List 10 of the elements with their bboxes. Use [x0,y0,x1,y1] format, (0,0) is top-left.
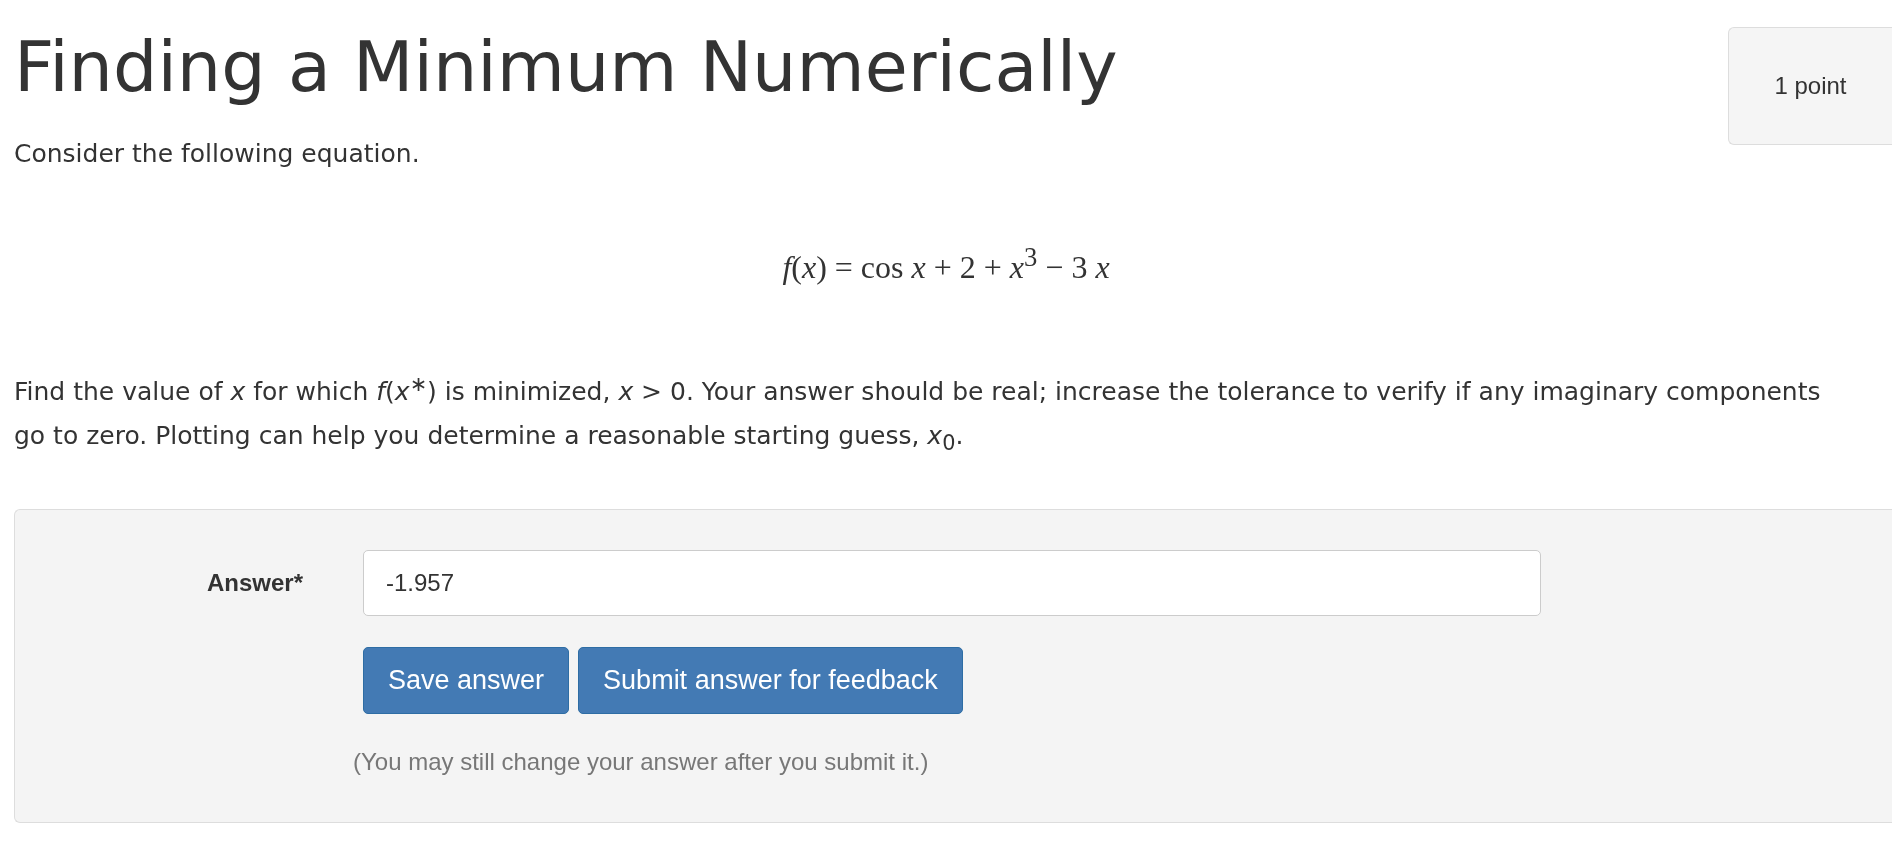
question-text: Find the value of x for which f(x$^{∗}$) is minimized, x > 0. Your answer should be real; increase the tolerance to verify if any imaginary components go to zero. Plotting can help you determine a reasonable starting guess, x$_{0}$. [14,370,1822,457]
equation: f(x) = cos x + 2 + x$^{3}$ − 3 x [781,242,1111,286]
answer-label: Answer* [205,569,303,597]
submit-button[interactable]: Submit answer for feedback [578,647,963,714]
points-badge: 1 point [1728,27,1892,145]
page-title: Finding a Minimum Numerically [14,25,1118,110]
answer-field[interactable]: -1.957 [363,550,1541,616]
save-button[interactable]: Save answer [363,647,570,714]
intro-text: Consider the following equation. [14,139,421,168]
hint-text: (You may still change your answer after you submit it.) [353,748,930,776]
